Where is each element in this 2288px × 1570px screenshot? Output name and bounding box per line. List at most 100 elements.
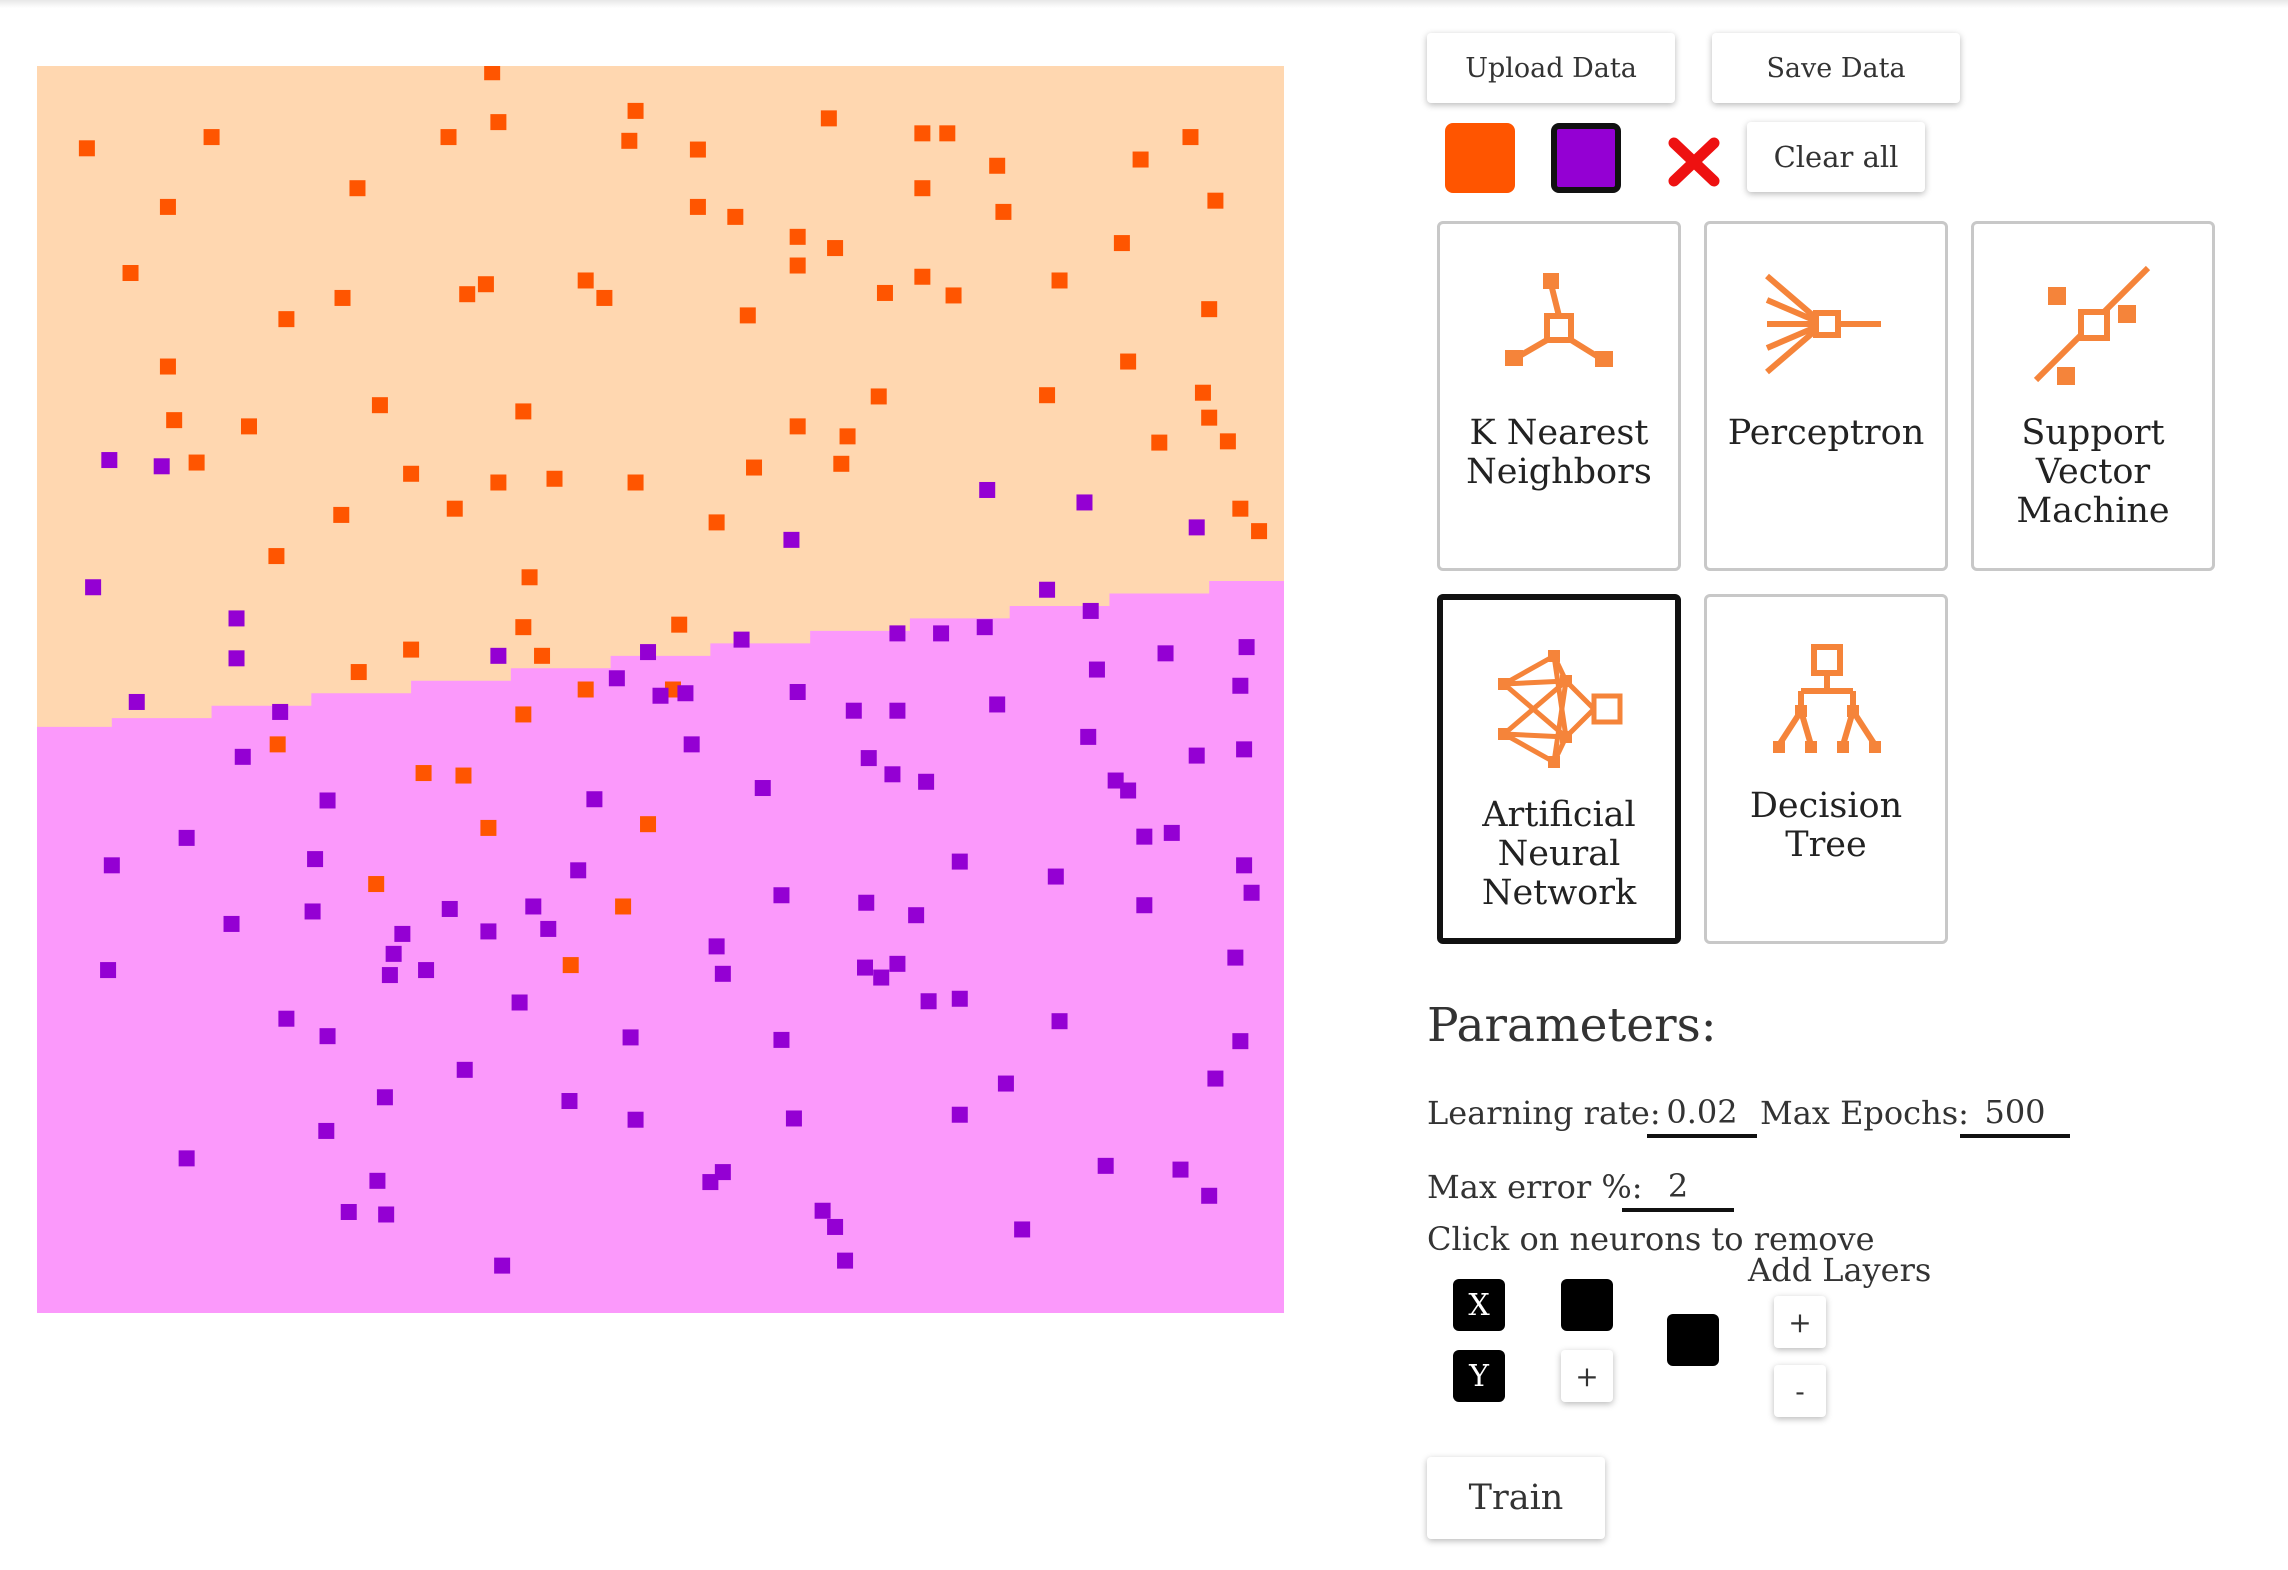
data-point-orange[interactable] <box>268 548 285 565</box>
data-point-orange[interactable] <box>240 418 257 435</box>
data-point-orange[interactable] <box>1132 151 1149 168</box>
data-point-orange[interactable] <box>739 307 756 324</box>
data-point-orange[interactable] <box>876 284 893 301</box>
upload-data-button[interactable]: Upload Data <box>1427 33 1675 103</box>
data-point-purple[interactable] <box>627 1111 644 1128</box>
data-point-orange[interactable] <box>789 228 806 245</box>
data-point-purple[interactable] <box>1232 677 1249 694</box>
hidden-neuron[interactable] <box>1561 1279 1613 1331</box>
data-point-purple[interactable] <box>561 1093 578 1110</box>
data-point-purple[interactable] <box>586 791 603 808</box>
data-point-purple[interactable] <box>708 938 725 955</box>
data-point-orange[interactable] <box>627 102 644 119</box>
data-point-orange[interactable] <box>446 500 463 517</box>
data-point-purple[interactable] <box>714 965 731 982</box>
data-point-purple[interactable] <box>570 862 587 879</box>
data-point-purple[interactable] <box>381 967 398 984</box>
data-point-purple[interactable] <box>640 644 657 661</box>
data-point-purple[interactable] <box>1157 645 1174 662</box>
data-point-purple[interactable] <box>837 1252 854 1269</box>
data-point-orange[interactable] <box>415 765 432 782</box>
data-point-orange[interactable] <box>708 514 725 531</box>
data-point-orange[interactable] <box>939 125 956 142</box>
data-point-purple[interactable] <box>490 647 507 664</box>
data-point-purple[interactable] <box>319 792 336 809</box>
data-point-orange[interactable] <box>122 265 139 282</box>
color-swatch-purple[interactable] <box>1551 123 1621 193</box>
data-point-purple[interactable] <box>773 1031 790 1048</box>
data-point-purple[interactable] <box>873 969 890 986</box>
delete-x-icon[interactable] <box>1664 131 1724 191</box>
data-point-purple[interactable] <box>702 1174 719 1191</box>
data-point-purple[interactable] <box>608 670 625 687</box>
data-point-orange[interactable] <box>515 619 532 636</box>
data-point-purple[interactable] <box>369 1172 386 1189</box>
max-error-input[interactable] <box>1622 1164 1734 1212</box>
data-point-purple[interactable] <box>340 1203 357 1220</box>
data-point-orange[interactable] <box>989 157 1006 174</box>
data-point-orange[interactable] <box>577 272 594 289</box>
data-point-orange[interactable] <box>440 129 457 146</box>
data-point-orange[interactable] <box>689 198 706 215</box>
data-point-purple[interactable] <box>1227 949 1244 966</box>
data-point-orange[interactable] <box>839 428 856 445</box>
data-point-orange[interactable] <box>1201 409 1218 426</box>
data-point-purple[interactable] <box>100 962 117 979</box>
data-point-purple[interactable] <box>860 750 877 767</box>
data-point-orange[interactable] <box>995 203 1012 220</box>
add-layer-button[interactable]: + <box>1774 1296 1826 1348</box>
data-point-purple[interactable] <box>920 993 937 1010</box>
data-point-orange[interactable] <box>403 641 420 658</box>
data-point-purple[interactable] <box>951 1106 968 1123</box>
data-point-purple[interactable] <box>319 1028 336 1045</box>
data-point-orange[interactable] <box>1251 523 1268 540</box>
data-point-orange[interactable] <box>1113 235 1130 252</box>
data-point-purple[interactable] <box>223 915 240 932</box>
data-point-purple[interactable] <box>989 696 1006 713</box>
data-point-purple[interactable] <box>480 923 497 940</box>
data-point-orange[interactable] <box>334 289 351 306</box>
data-point-purple[interactable] <box>1243 884 1260 901</box>
data-point-orange[interactable] <box>914 125 931 142</box>
data-point-orange[interactable] <box>490 474 507 491</box>
data-point-orange[interactable] <box>1194 384 1211 401</box>
data-point-orange[interactable] <box>1051 272 1068 289</box>
data-point-orange[interactable] <box>521 569 538 586</box>
data-point-orange[interactable] <box>515 403 532 420</box>
data-point-purple[interactable] <box>976 619 993 636</box>
data-point-orange[interactable] <box>1201 301 1218 318</box>
data-point-purple[interactable] <box>884 766 901 783</box>
data-point-purple[interactable] <box>789 683 806 700</box>
data-point-purple[interactable] <box>783 531 800 548</box>
data-point-orange[interactable] <box>621 132 638 149</box>
data-point-purple[interactable] <box>754 780 771 797</box>
save-data-button[interactable]: Save Data <box>1712 33 1960 103</box>
data-point-orange[interactable] <box>870 388 887 405</box>
data-point-orange[interactable] <box>1182 129 1199 146</box>
data-point-orange[interactable] <box>333 506 350 523</box>
data-point-purple[interactable] <box>1236 857 1253 874</box>
data-point-purple[interactable] <box>304 903 321 920</box>
data-point-orange[interactable] <box>534 647 551 664</box>
data-point-purple[interactable] <box>1039 581 1056 598</box>
data-point-purple[interactable] <box>1188 747 1205 764</box>
data-point-purple[interactable] <box>933 625 950 642</box>
data-point-orange[interactable] <box>480 819 497 836</box>
data-point-purple[interactable] <box>827 1218 844 1235</box>
data-point-purple[interactable] <box>418 962 435 979</box>
data-point-purple[interactable] <box>814 1202 831 1219</box>
data-point-orange[interactable] <box>914 268 931 285</box>
data-point-purple[interactable] <box>178 1150 195 1167</box>
data-point-orange[interactable] <box>914 180 931 197</box>
data-point-purple[interactable] <box>1136 828 1153 845</box>
data-point-orange[interactable] <box>577 681 594 698</box>
data-point-purple[interactable] <box>1097 1157 1114 1174</box>
data-point-orange[interactable] <box>820 110 837 127</box>
data-point-purple[interactable] <box>456 1061 473 1078</box>
color-swatch-orange[interactable] <box>1445 123 1515 193</box>
data-point-purple[interactable] <box>307 851 324 868</box>
data-point-purple[interactable] <box>918 773 935 790</box>
add-neuron-button[interactable]: + <box>1561 1350 1613 1402</box>
model-card-perceptron[interactable]: Perceptron <box>1704 221 1948 571</box>
data-point-purple[interactable] <box>385 945 402 962</box>
